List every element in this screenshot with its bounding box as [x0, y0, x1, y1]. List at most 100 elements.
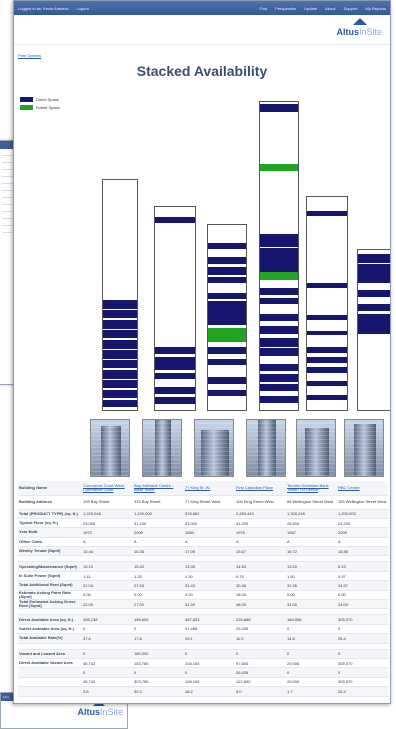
- direct-space-block[interactable]: [155, 373, 195, 379]
- row-label: Total Available Rate(%): [18, 633, 82, 644]
- table-row-year-built: Year Built 1972 2009 1984 1975 1967 2009: [18, 527, 388, 538]
- nav-about[interactable]: About: [325, 6, 335, 11]
- building-link[interactable]: Toronto Dominion Bank Tower, TD Centre: [287, 483, 329, 492]
- direct-space-block[interactable]: [208, 377, 246, 384]
- direct-space-block[interactable]: [307, 211, 347, 216]
- nav-find[interactable]: Find: [259, 6, 267, 11]
- building-link[interactable]: Commerce Court West, Commerce Court: [83, 483, 125, 492]
- direct-space-block[interactable]: [260, 248, 298, 256]
- row-label: Direct Available Area (sq. ft.): [18, 614, 82, 625]
- table-row: Estimate Asking Parm Rate (Sqmf) 0.00 0.00…: [18, 590, 388, 601]
- building-photo-2: [142, 419, 182, 477]
- print-options-link[interactable]: Print Options: [18, 53, 41, 58]
- direct-space-block[interactable]: [208, 243, 246, 249]
- table-row: Operating/Maintenance (Sqmf) 15.23 15.40 13…: [18, 561, 388, 572]
- direct-space-block[interactable]: [307, 367, 347, 373]
- direct-space-block[interactable]: [260, 104, 298, 112]
- direct-space-block[interactable]: [260, 298, 298, 304]
- direct-space-block[interactable]: [358, 304, 390, 311]
- table-cell: 0.00: [337, 590, 388, 601]
- direct-space-block[interactable]: [103, 380, 137, 388]
- direct-space-block[interactable]: [208, 309, 246, 319]
- direct-space-block[interactable]: [103, 330, 137, 338]
- direct-space-block[interactable]: [260, 348, 298, 356]
- direct-space-block[interactable]: [358, 274, 390, 283]
- building-link[interactable]: Bay-Adelaide Centre - West Tower: [134, 483, 173, 492]
- table-cell: 17.8: [133, 633, 184, 644]
- direct-space-block[interactable]: [307, 315, 347, 320]
- direct-space-block[interactable]: [358, 254, 390, 263]
- table-row: In Suite Power (Sqmf) 1.41 1.25 1.30 0.75 1.5…: [18, 571, 388, 582]
- direct-space-block[interactable]: [155, 357, 195, 365]
- direct-space-block[interactable]: [103, 300, 137, 309]
- direct-space-block[interactable]: [260, 326, 298, 334]
- direct-space-block[interactable]: [103, 360, 137, 368]
- direct-space-block[interactable]: [260, 374, 298, 382]
- direct-space-block[interactable]: [208, 347, 246, 354]
- direct-space-block[interactable]: [260, 396, 298, 403]
- direct-space-block[interactable]: [260, 384, 298, 391]
- building-link[interactable]: 77 King St. W.: [185, 485, 210, 490]
- direct-space-block[interactable]: [358, 314, 390, 324]
- table-cell: 196,605: [133, 614, 184, 625]
- direct-space-block[interactable]: [103, 370, 137, 379]
- building-link[interactable]: RBC Centre: [338, 485, 360, 490]
- table-row-office-class: Office Class A A A A A A: [18, 537, 388, 548]
- direct-space-block[interactable]: [208, 293, 246, 299]
- table-row: Direct Available Area (sq. ft.) 456,138 19…: [18, 614, 388, 625]
- direct-space-block[interactable]: [358, 290, 390, 297]
- direct-space-block[interactable]: [307, 283, 347, 288]
- direct-space-block[interactable]: [103, 390, 137, 398]
- direct-space-block[interactable]: [155, 397, 195, 404]
- direct-space-block[interactable]: [208, 257, 246, 264]
- table-cell: 1.7: [286, 686, 337, 697]
- nav-update[interactable]: Update: [304, 6, 317, 11]
- direct-space-block[interactable]: [208, 277, 246, 283]
- logout-link[interactable]: Logout: [76, 6, 88, 11]
- table-cell: 122,600: [235, 677, 286, 688]
- building-link[interactable]: First Canadian Place: [236, 485, 273, 490]
- nav-support[interactable]: Support: [344, 6, 358, 11]
- table-cell: 0: [286, 624, 337, 635]
- direct-space-block[interactable]: [358, 324, 390, 334]
- direct-space-block[interactable]: [208, 390, 246, 396]
- table-cell: 22.00: [82, 599, 133, 610]
- table-cell: 1.25: [133, 571, 184, 582]
- direct-space-block[interactable]: [260, 338, 298, 347]
- table-cell: 49.1: [184, 633, 235, 644]
- direct-space-block[interactable]: [307, 347, 347, 353]
- table-cell: 22.04: [82, 580, 133, 591]
- direct-space-block[interactable]: [103, 310, 137, 318]
- table-cell: 18.00: [235, 590, 286, 601]
- direct-space-block[interactable]: [103, 350, 137, 359]
- sublet-space-block[interactable]: [208, 328, 246, 342]
- sublet-space-block[interactable]: [260, 272, 298, 280]
- direct-space-block[interactable]: [155, 347, 195, 354]
- direct-space-block[interactable]: [155, 217, 195, 223]
- direct-space-block[interactable]: [260, 314, 298, 321]
- direct-space-block[interactable]: [208, 319, 246, 325]
- direct-space-block[interactable]: [103, 340, 137, 349]
- direct-space-block[interactable]: [208, 267, 246, 275]
- direct-space-block[interactable]: [208, 301, 246, 309]
- sublet-space-block[interactable]: [260, 164, 298, 171]
- direct-space-block[interactable]: [208, 359, 246, 365]
- direct-space-block[interactable]: [307, 395, 347, 400]
- direct-space-block[interactable]: [260, 240, 298, 247]
- nav-perspective[interactable]: Perspective: [275, 6, 296, 11]
- direct-space-block[interactable]: [307, 381, 347, 386]
- building-stack-2: [154, 206, 196, 411]
- direct-space-block[interactable]: [103, 320, 137, 329]
- table-cell: 20,006: [286, 658, 337, 669]
- direct-space-block[interactable]: [260, 288, 298, 295]
- nav-my-reports[interactable]: My Reports: [366, 6, 386, 11]
- direct-space-block[interactable]: [155, 387, 195, 394]
- direct-space-block[interactable]: [307, 357, 347, 363]
- direct-space-block[interactable]: [155, 365, 195, 370]
- direct-space-block[interactable]: [260, 364, 298, 371]
- direct-space-block[interactable]: [260, 256, 298, 265]
- altus-insite-logo[interactable]: AltusInSite: [336, 18, 382, 37]
- direct-space-block[interactable]: [358, 264, 390, 274]
- direct-space-block[interactable]: [103, 400, 137, 407]
- direct-space-block[interactable]: [307, 331, 347, 335]
